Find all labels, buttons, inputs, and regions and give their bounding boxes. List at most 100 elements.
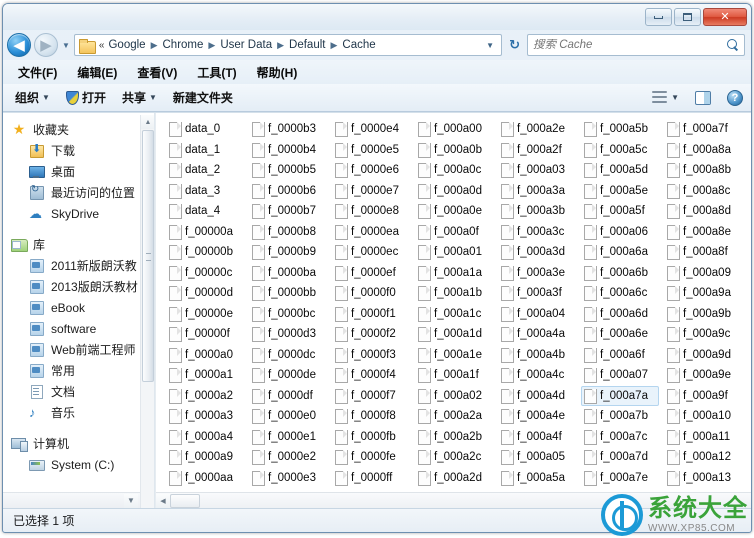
file-item[interactable]: f_000a0e — [415, 201, 493, 222]
breadcrumb-item-chrome[interactable]: Chrome — [162, 39, 205, 51]
file-item[interactable]: f_0000b7 — [249, 201, 327, 222]
file-item[interactable]: f_000a1d — [415, 324, 493, 345]
sidebar-item-lib-2013[interactable]: 2013版朗沃教材 — [3, 276, 154, 297]
file-item[interactable]: f_000a1f — [415, 365, 493, 386]
sidebar-item-documents[interactable]: 文档 — [3, 381, 154, 402]
sidebar-item-computer[interactable]: 计算机 — [3, 433, 154, 454]
file-item[interactable]: f_0000e0 — [249, 406, 327, 427]
file-item[interactable]: f_0000f1 — [332, 304, 410, 325]
file-item[interactable]: f_000a8f — [664, 242, 742, 263]
file-item[interactable]: f_000a5e — [581, 181, 659, 202]
file-item[interactable]: f_0000f0 — [332, 283, 410, 304]
file-item[interactable]: f_000a12 — [664, 447, 742, 468]
file-item[interactable]: f_0000ea — [332, 222, 410, 243]
file-item[interactable]: f_000a3b — [498, 201, 576, 222]
file-item[interactable]: f_000a9a — [664, 283, 742, 304]
forward-button[interactable]: ▶ — [34, 33, 58, 57]
search-box[interactable] — [527, 34, 745, 56]
sidebar-item-common[interactable]: 常用 — [3, 360, 154, 381]
file-item[interactable]: f_000a4b — [498, 345, 576, 366]
file-item[interactable]: f_0000f3 — [332, 345, 410, 366]
sidebar-item-lib-2011[interactable]: 2011新版朗沃教 — [3, 255, 154, 276]
file-item[interactable]: f_000a0f — [415, 222, 493, 243]
file-item[interactable]: f_000a1b — [415, 283, 493, 304]
file-item[interactable]: f_000a9b — [664, 304, 742, 325]
file-item[interactable]: f_0000f2 — [332, 324, 410, 345]
file-item[interactable]: f_000a8c — [664, 181, 742, 202]
file-item[interactable]: data_4 — [166, 201, 244, 222]
file-item[interactable]: f_0000f7 — [332, 386, 410, 407]
close-button[interactable]: ✕ — [703, 8, 747, 26]
file-item[interactable]: f_000a3e — [498, 263, 576, 284]
file-item[interactable]: f_000a6f — [581, 345, 659, 366]
breadcrumb-item-cache[interactable]: Cache — [341, 39, 376, 51]
breadcrumb-overflow[interactable]: « — [99, 40, 105, 51]
file-item[interactable]: f_0000a2 — [166, 386, 244, 407]
sidebar-item-desktop[interactable]: 桌面 — [3, 161, 154, 182]
file-list-horizontal-scrollbar[interactable]: ◀ — [156, 492, 751, 508]
file-item[interactable]: f_000a05 — [498, 447, 576, 468]
menu-item-help[interactable]: 帮助(H) — [254, 62, 301, 83]
file-item[interactable]: f_0000df — [249, 386, 327, 407]
file-item[interactable]: f_000a8e — [664, 222, 742, 243]
file-item[interactable]: f_000a6b — [581, 263, 659, 284]
file-item[interactable]: f_000a1e — [415, 345, 493, 366]
sidebar-horizontal-scrollbar[interactable]: ▼ — [3, 492, 140, 508]
scrollbar-thumb[interactable] — [142, 130, 154, 382]
breadcrumb-item-user-data[interactable]: User Data — [219, 39, 273, 51]
file-item[interactable]: data_1 — [166, 140, 244, 161]
file-item[interactable]: f_0000f8 — [332, 406, 410, 427]
file-item[interactable]: f_0000e7 — [332, 181, 410, 202]
file-item[interactable]: f_000a01 — [415, 242, 493, 263]
file-item[interactable]: f_0000b9 — [249, 242, 327, 263]
back-button[interactable]: ◀ — [7, 33, 31, 57]
file-item[interactable]: f_0000e4 — [332, 119, 410, 140]
hscrollbar-thumb[interactable] — [170, 494, 200, 508]
breadcrumb-separator[interactable]: ▶ — [151, 40, 158, 51]
maximize-button[interactable] — [674, 8, 701, 26]
share-button[interactable]: 共享 ▼ — [122, 89, 157, 106]
file-item[interactable]: f_0000b5 — [249, 160, 327, 181]
breadcrumb-separator[interactable]: ▶ — [277, 40, 284, 51]
file-item[interactable]: f_000a7d — [581, 447, 659, 468]
file-item[interactable]: f_000a4d — [498, 386, 576, 407]
file-item[interactable]: f_0000d3 — [249, 324, 327, 345]
file-item[interactable]: f_0000de — [249, 365, 327, 386]
file-item[interactable]: f_0000b6 — [249, 181, 327, 202]
file-item[interactable]: f_000a13 — [664, 468, 742, 489]
file-item[interactable]: f_000a0b — [415, 140, 493, 161]
sidebar-item-system-c[interactable]: System (C:) — [3, 454, 154, 475]
file-item[interactable]: f_0000f4 — [332, 365, 410, 386]
file-item[interactable]: f_000a00 — [415, 119, 493, 140]
file-item[interactable]: f_000a6c — [581, 283, 659, 304]
scroll-left-icon[interactable]: ◀ — [156, 494, 170, 508]
file-item[interactable]: f_000a4e — [498, 406, 576, 427]
file-item[interactable]: f_0000ec — [332, 242, 410, 263]
file-list-pane[interactable]: data_0data_1data_2data_3data_4f_00000af_… — [155, 113, 751, 508]
file-item[interactable]: f_000a8d — [664, 201, 742, 222]
file-item[interactable]: f_000a7e — [581, 468, 659, 489]
file-item[interactable]: f_000a7b — [581, 406, 659, 427]
file-item[interactable]: f_000a3d — [498, 242, 576, 263]
sidebar-item-music[interactable]: ♪ 音乐 — [3, 402, 154, 423]
breadcrumb-item-default[interactable]: Default — [288, 39, 326, 51]
file-item[interactable]: f_0000a1 — [166, 365, 244, 386]
history-dropdown-button[interactable]: ▼ — [61, 41, 71, 50]
file-item[interactable]: f_0000fe — [332, 447, 410, 468]
file-item[interactable]: f_000a5c — [581, 140, 659, 161]
breadcrumb-dropdown-icon[interactable]: ▼ — [481, 41, 499, 50]
file-item[interactable]: f_000a07 — [581, 365, 659, 386]
search-input[interactable] — [533, 39, 727, 51]
file-item[interactable]: f_00000d — [166, 283, 244, 304]
file-item[interactable]: f_000a6d — [581, 304, 659, 325]
file-item[interactable]: f_000a2b — [415, 427, 493, 448]
file-item[interactable]: f_00000e — [166, 304, 244, 325]
file-item[interactable]: f_0000aa — [166, 468, 244, 489]
file-item[interactable]: f_0000ba — [249, 263, 327, 284]
open-button[interactable]: 打开 — [66, 89, 106, 106]
help-button[interactable]: ? — [727, 90, 743, 106]
sidebar-item-recent-places[interactable]: 最近访问的位置 — [3, 182, 154, 203]
file-item[interactable]: f_000a0d — [415, 181, 493, 202]
breadcrumb-bar[interactable]: « Google ▶ Chrome ▶ User Data ▶ Default … — [74, 34, 502, 56]
file-item[interactable]: f_00000c — [166, 263, 244, 284]
